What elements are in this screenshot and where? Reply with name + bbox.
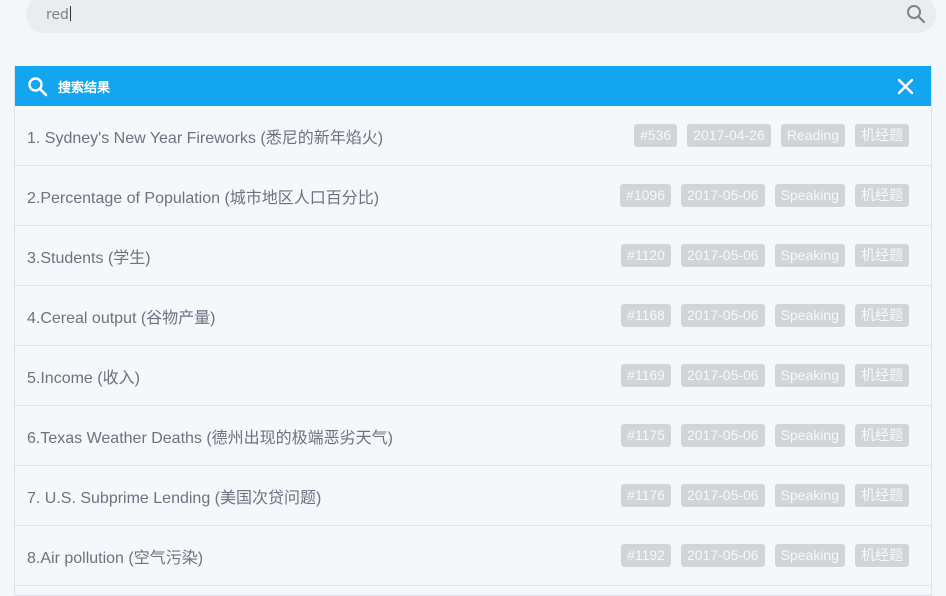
result-title[interactable]: 6.Texas Weather Deaths (德州出现的极端恶劣天气)	[27, 424, 621, 448]
search-icon	[28, 77, 48, 97]
close-icon[interactable]	[897, 78, 914, 95]
id-badge: #1175	[621, 424, 671, 447]
date-badge: 2017-05-06	[680, 424, 765, 447]
result-row[interactable]: 4.Cereal output (谷物产量) #1168 2017-05-06 Spe…	[15, 286, 931, 346]
result-tags: #1168 2017-05-06 Speaking 机经题	[621, 304, 909, 327]
result-tags: #1096 2017-05-06 Speaking 机经题	[620, 184, 909, 207]
date-badge: 2017-05-06	[680, 364, 765, 387]
category-badge: 机经题	[855, 484, 909, 507]
result-tags: #1169 2017-05-06 Speaking 机经题	[621, 364, 909, 387]
category-badge: 机经题	[855, 304, 909, 327]
type-badge: Speaking	[774, 184, 845, 207]
date-badge: 2017-05-06	[680, 484, 765, 507]
date-badge: 2017-05-06	[680, 304, 765, 327]
search-results-panel: 搜索结果 1. Sydney's New Year Fireworks (悉尼的…	[14, 66, 932, 596]
result-row[interactable]: 5.Income (收入) #1169 2017-05-06 Speaking 机经题	[15, 346, 931, 406]
id-badge: #1169	[621, 364, 671, 387]
type-badge: Speaking	[774, 544, 845, 567]
id-badge: #1120	[621, 244, 671, 267]
date-badge: 2017-05-06	[680, 544, 765, 567]
date-badge: 2017-05-06	[680, 244, 765, 267]
result-row[interactable]: 7. U.S. Subprime Lending (美国次贷问题) #1176 20…	[15, 466, 931, 526]
id-badge: #1176	[621, 484, 671, 507]
category-badge: 机经题	[855, 184, 909, 207]
text-caret	[69, 6, 71, 21]
category-badge: 机经题	[855, 124, 909, 147]
result-title[interactable]: 2.Percentage of Population (城市地区人口百分比)	[27, 184, 620, 208]
result-tags: #1120 2017-05-06 Speaking 机经题	[621, 244, 909, 267]
category-badge: 机经题	[855, 424, 909, 447]
category-badge: 机经题	[855, 244, 909, 267]
panel-header: 搜索结果	[15, 66, 931, 106]
search-input-value[interactable]: red	[46, 6, 71, 23]
result-row[interactable]: 3.Students (学生) #1120 2017-05-06 Speaking 机经…	[15, 226, 931, 286]
type-badge: Speaking	[774, 304, 845, 327]
result-title[interactable]: 4.Cereal output (谷物产量)	[27, 304, 621, 328]
panel-title: 搜索结果	[58, 80, 111, 95]
result-title[interactable]: 7. U.S. Subprime Lending (美国次贷问题)	[27, 484, 621, 508]
type-badge: Reading	[780, 124, 845, 147]
result-tags: #1176 2017-05-06 Speaking 机经题	[621, 484, 909, 507]
results-list: 1. Sydney's New Year Fireworks (悉尼的新年焰火)…	[15, 106, 931, 586]
id-badge: #1096	[620, 184, 671, 207]
result-row[interactable]: 2.Percentage of Population (城市地区人口百分比) #1…	[15, 166, 931, 226]
result-tags: #536 2017-04-26 Reading 机经题	[634, 124, 909, 147]
result-row[interactable]: 1. Sydney's New Year Fireworks (悉尼的新年焰火)…	[15, 106, 931, 166]
result-title[interactable]: 1. Sydney's New Year Fireworks (悉尼的新年焰火)	[27, 124, 634, 148]
id-badge: #1168	[621, 304, 671, 327]
result-title[interactable]: 8.Air pollution (空气污染)	[27, 544, 621, 568]
search-icon[interactable]	[906, 4, 926, 24]
id-badge: #1192	[621, 544, 671, 567]
date-badge: 2017-05-06	[680, 184, 765, 207]
date-badge: 2017-04-26	[687, 124, 771, 147]
result-row[interactable]: 6.Texas Weather Deaths (德州出现的极端恶劣天气) #117…	[15, 406, 931, 466]
result-tags: #1175 2017-05-06 Speaking 机经题	[621, 424, 909, 447]
type-badge: Speaking	[774, 424, 845, 447]
category-badge: 机经题	[855, 544, 909, 567]
id-badge: #536	[634, 124, 678, 147]
result-title[interactable]: 3.Students (学生)	[27, 244, 621, 268]
result-tags: #1192 2017-05-06 Speaking 机经题	[621, 544, 909, 567]
type-badge: Speaking	[774, 484, 845, 507]
search-input[interactable]: red	[26, 0, 936, 33]
category-badge: 机经题	[855, 364, 909, 387]
type-badge: Speaking	[774, 364, 845, 387]
type-badge: Speaking	[774, 244, 845, 267]
result-title[interactable]: 5.Income (收入)	[27, 364, 621, 388]
result-row[interactable]: 8.Air pollution (空气污染) #1192 2017-05-06 Spe…	[15, 526, 931, 586]
